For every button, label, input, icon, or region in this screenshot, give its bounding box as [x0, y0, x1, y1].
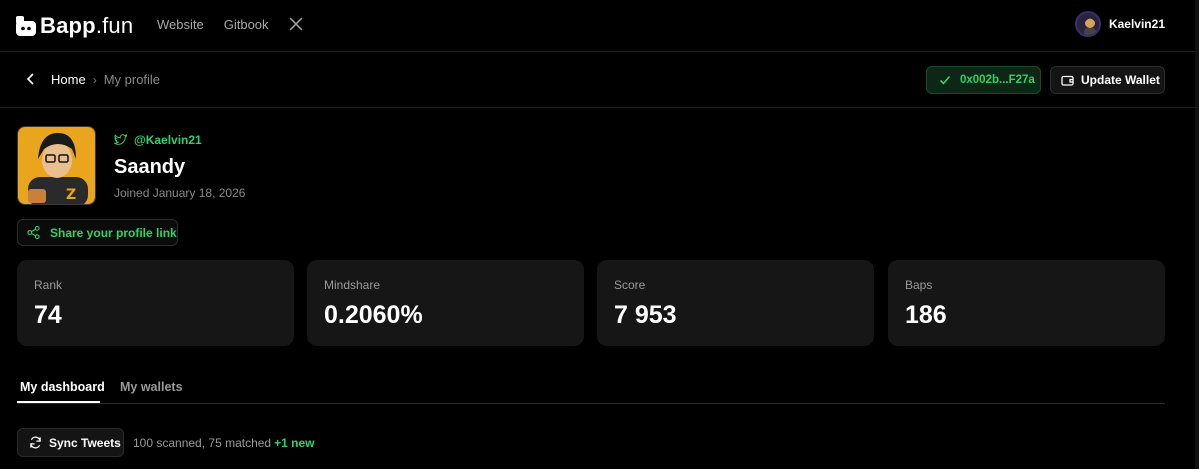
update-wallet-label: Update Wallet [1081, 73, 1160, 87]
profile-name: Saandy [114, 156, 186, 178]
stat-card-mindshare: Mindshare 0.2060% [307, 260, 584, 346]
main-nav: Website Gitbook [157, 17, 303, 32]
chevron-left-icon[interactable] [24, 72, 38, 86]
share-profile-label: Share your profile link [50, 225, 177, 240]
sync-status: 100 scanned, 75 matched +1 new [133, 436, 314, 450]
check-icon [939, 75, 951, 85]
sync-new-count: +1 new [274, 436, 315, 450]
share-icon [27, 226, 40, 239]
wallet-address-badge[interactable]: 0x002b...F27a [926, 66, 1041, 94]
username: Kaelvin21 [1108, 17, 1165, 31]
nav-link-gitbook[interactable]: Gitbook [224, 17, 269, 32]
stat-card-baps: Baps 186 [888, 260, 1165, 346]
sync-tweets-label: Sync Tweets [49, 435, 121, 450]
sync-status-text: 100 scanned, 75 matched [133, 436, 272, 450]
share-profile-button[interactable]: Share your profile link [17, 219, 178, 246]
svg-text:Z: Z [66, 187, 76, 203]
top-navbar: Bapp.fun Website Gitbook Kaelvin21 [0, 0, 1199, 52]
user-menu[interactable]: Kaelvin21 [1074, 11, 1165, 37]
twitter-bird-icon [114, 134, 127, 145]
avatar [1074, 11, 1101, 37]
breadcrumb-bar: Home › My profile 0x002b...F27a Update W… [0, 52, 1199, 108]
active-tab-indicator [17, 401, 100, 403]
refresh-icon [30, 436, 41, 449]
profile-tabs: My dashboard My wallets [17, 374, 1165, 404]
stat-card-rank: Rank 74 [17, 260, 294, 346]
tab-my-wallets[interactable]: My wallets [120, 380, 183, 394]
stat-value: 186 [905, 301, 947, 329]
stat-label: Baps [905, 278, 933, 292]
join-date: Joined January 18, 2026 [114, 186, 246, 200]
logo-text: Bapp.fun [40, 13, 134, 38]
breadcrumb-separator: › [92, 72, 97, 87]
stat-label: Mindshare [324, 278, 381, 292]
twitter-handle[interactable]: @Kaelvin21 [114, 133, 202, 147]
update-wallet-button[interactable]: Update Wallet [1050, 66, 1165, 94]
stat-value: 0.2060% [324, 301, 423, 329]
brand-logo[interactable]: Bapp.fun [16, 13, 133, 39]
profile-avatar: Z [17, 126, 96, 205]
stat-value: 74 [34, 301, 62, 329]
breadcrumb: Home › My profile [51, 72, 160, 87]
stat-value: 7 953 [614, 301, 677, 329]
breadcrumb-current: My profile [103, 72, 161, 87]
breadcrumb-home[interactable]: Home [51, 72, 86, 87]
tab-my-dashboard[interactable]: My dashboard [20, 380, 105, 394]
x-logo-icon[interactable] [289, 17, 303, 31]
stat-label: Rank [34, 278, 63, 292]
logo-icon [16, 16, 36, 36]
twitter-handle-text: @Kaelvin21 [134, 133, 202, 147]
nav-link-website[interactable]: Website [157, 17, 204, 32]
stat-label: Score [614, 278, 646, 292]
wallet-address: 0x002b...F27a [960, 74, 1035, 86]
wallet-icon [1061, 75, 1074, 86]
stat-card-score: Score 7 953 [597, 260, 874, 346]
sync-tweets-button[interactable]: Sync Tweets [17, 428, 124, 457]
